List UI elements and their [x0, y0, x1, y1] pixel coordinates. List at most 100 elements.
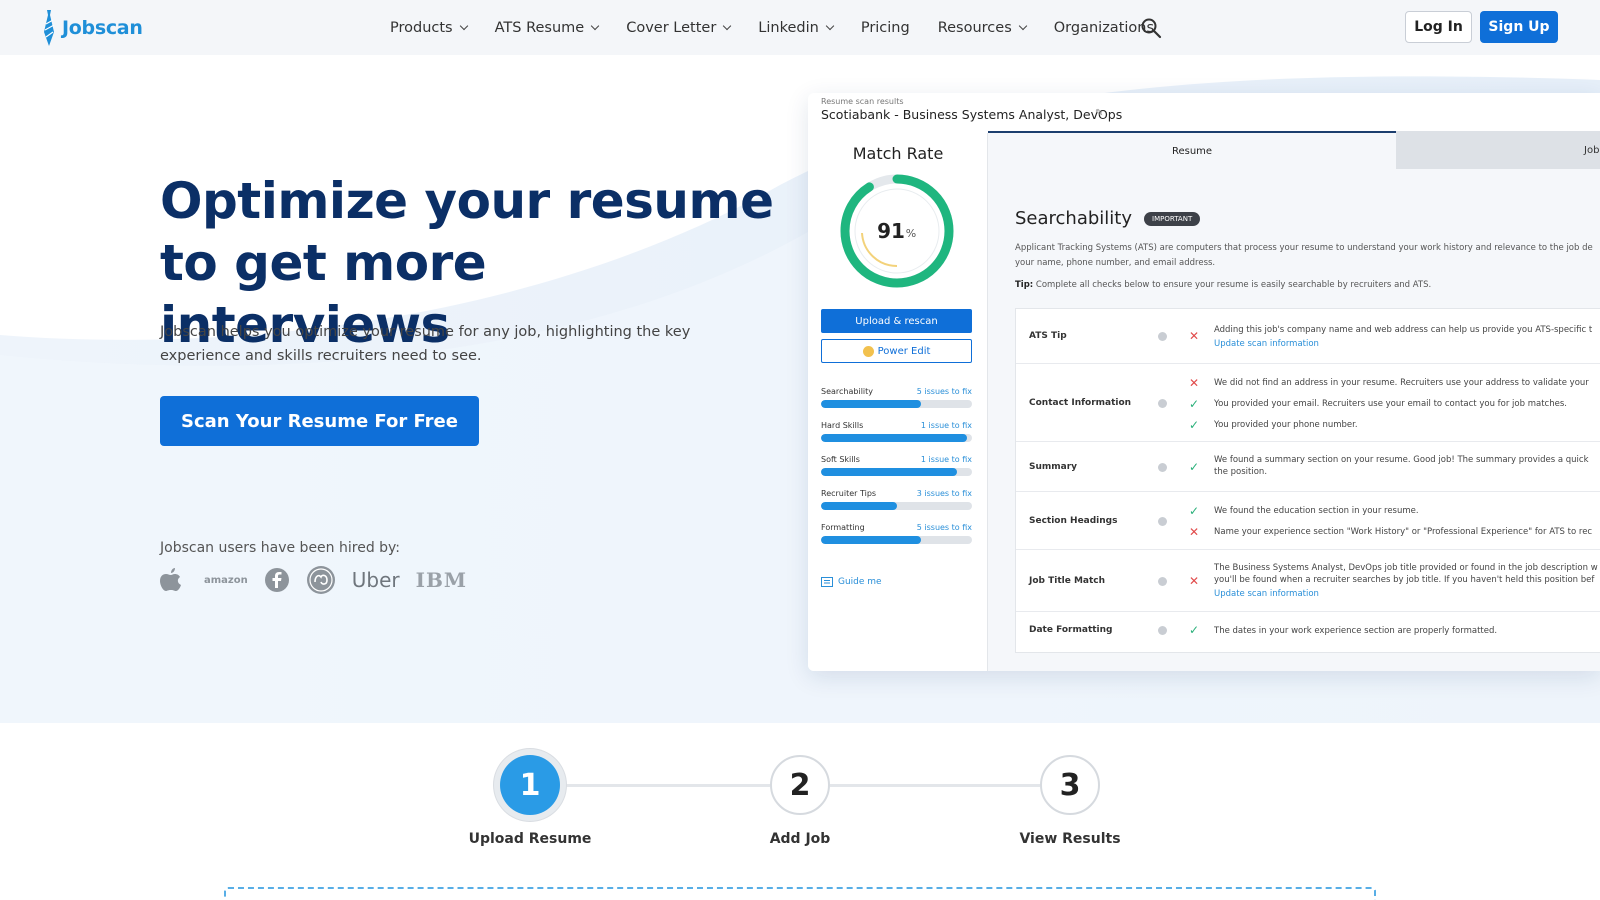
menu-label: ATS Resume [494, 19, 585, 36]
match-rate-value: 91 [877, 219, 905, 243]
power-edit-button[interactable]: Power Edit [821, 339, 972, 363]
cross-icon: ✕ [1189, 376, 1200, 390]
row-label: Summary [1029, 462, 1078, 472]
check-icon: ✓ [1189, 460, 1200, 474]
info-icon[interactable] [1158, 332, 1167, 341]
coin-icon [862, 345, 874, 357]
step-2-circle[interactable]: 2 [770, 755, 830, 815]
check-message: The dates in your work experience sectio… [1214, 626, 1498, 636]
step-3-label: View Results [1019, 831, 1121, 847]
step-1-circle[interactable]: 1 [500, 755, 560, 815]
check-message: We found a summary section on your resum… [1214, 455, 1589, 465]
check-message: you'll be found when a recruiter searche… [1214, 575, 1595, 585]
progress-fix: 5 issues to fix [916, 523, 972, 532]
info-icon[interactable] [1158, 517, 1167, 526]
update-scan-link[interactable]: Update scan information [1214, 588, 1600, 600]
upload-rescan-button[interactable]: Upload & rescan [821, 309, 972, 333]
tab-resume[interactable]: Resume [988, 131, 1396, 169]
login-button[interactable]: Log In [1405, 11, 1472, 43]
cross-icon: ✕ [1189, 574, 1200, 588]
info-icon[interactable] [1158, 463, 1167, 472]
amazon-logo: amazon [204, 574, 248, 586]
searchability-tip: Tip: Complete all checks below to ensure… [1015, 280, 1431, 290]
menu-linkedin[interactable]: Linkedin [758, 20, 835, 36]
chevron-down-icon [590, 21, 600, 31]
table-row: ATS Tip ✕ Adding this job's company name… [1016, 309, 1600, 364]
progress-recruiter-tips[interactable]: Recruiter Tips 3 issues to fix [821, 489, 972, 510]
menu-label: Pricing [860, 19, 910, 36]
menu-products[interactable]: Products [390, 19, 468, 36]
menu-pricing[interactable]: Pricing [861, 20, 910, 36]
progress-soft-skills[interactable]: Soft Skills 1 issue to fix [821, 455, 972, 476]
scan-title: Scotiabank - Business Systems Analyst, D… [821, 107, 1123, 122]
top-nav: Jobscan Products ATS Resume Cover Letter… [0, 0, 1600, 55]
progress-label: Recruiter Tips [821, 489, 877, 498]
jobscan-logo[interactable]: Jobscan [42, 10, 143, 46]
menu-label: Resources [937, 19, 1012, 36]
check-icon: ✓ [1189, 623, 1200, 637]
progress-fill [821, 400, 921, 408]
pencil-icon[interactable]: ✎ [1095, 108, 1103, 119]
progress-hard-skills[interactable]: Hard Skills 1 issue to fix [821, 421, 972, 442]
menu-ats-resume[interactable]: ATS Resume [494, 19, 600, 36]
menu-label: Cover Letter [626, 19, 717, 36]
step-2-label: Add Job [769, 831, 831, 847]
checks-table: ATS Tip ✕ Adding this job's company name… [1015, 308, 1600, 653]
menu-cover-letter[interactable]: Cover Letter [626, 19, 732, 36]
uber-logo: Uber [351, 568, 400, 592]
searchability-panel: Searchability IMPORTANT Applicant Tracki… [988, 169, 1600, 671]
progress-formatting[interactable]: Formatting 5 issues to fix [821, 523, 972, 544]
row-label: Contact Information [1029, 398, 1132, 408]
facebook-logo-icon [264, 568, 289, 592]
step-3-circle[interactable]: 3 [1040, 755, 1100, 815]
tie-logo-icon [44, 10, 55, 46]
chevron-down-icon [1018, 21, 1028, 31]
check-message: You provided your phone number. [1214, 420, 1358, 430]
match-rate-title: Match Rate [852, 144, 944, 163]
check-message: Name your experience section "Work Histo… [1214, 527, 1593, 537]
searchability-description: Applicant Tracking Systems (ATS) are com… [1015, 241, 1600, 271]
check-message: The Business Systems Analyst, DevOps job… [1214, 563, 1598, 573]
progress-fix: 5 issues to fix [916, 387, 972, 396]
info-icon[interactable] [1158, 626, 1167, 635]
hired-by-label: Jobscan users have been hired by: [160, 540, 401, 556]
row-label: ATS Tip [1029, 331, 1067, 341]
chevron-down-icon [825, 21, 835, 31]
progress-track [821, 502, 972, 510]
apple-logo-icon [160, 568, 181, 591]
tab-job[interactable]: Job [1396, 131, 1600, 169]
search-icon[interactable] [1140, 17, 1162, 39]
scan-resume-button[interactable]: Scan Your Resume For Free [160, 396, 479, 446]
menu-resources[interactable]: Resources [937, 19, 1028, 36]
info-icon[interactable] [1158, 577, 1167, 586]
progress-searchability[interactable]: Searchability 5 issues to fix [821, 387, 972, 408]
menu-organizations[interactable]: Organizations [1054, 20, 1154, 36]
menu-label: Products [390, 19, 453, 36]
main-menu: Products ATS Resume Cover Letter Linkedi… [390, 0, 1182, 55]
table-row: Date Formatting ✓ The dates in your work… [1016, 612, 1600, 652]
info-icon[interactable] [1158, 399, 1167, 408]
guide-icon [821, 577, 833, 587]
resume-dropzone[interactable] [224, 887, 1376, 900]
row-label: Job Title Match [1029, 576, 1106, 586]
tip-text: Complete all checks below to ensure your… [1035, 280, 1432, 290]
progress-fill [821, 536, 921, 544]
update-scan-link[interactable]: Update scan information [1214, 338, 1600, 350]
guide-me-label: Guide me [838, 577, 882, 587]
check-icon: ✓ [1189, 504, 1200, 518]
menu-label: Organizations [1053, 19, 1155, 36]
check-message: We did not find an address in your resum… [1214, 378, 1589, 388]
guide-me-link[interactable]: Guide me [821, 577, 882, 587]
ge-logo-icon [306, 566, 335, 594]
progress-fill [821, 502, 897, 510]
step-connector [560, 784, 770, 787]
headline-line-1: Optimize your resume [160, 172, 774, 230]
searchability-title: Searchability [1015, 208, 1133, 229]
brand-name: Jobscan [62, 17, 143, 39]
company-logos: amazon Uber IBM [160, 565, 467, 595]
match-rate-unit: % [906, 227, 916, 240]
hero-section: Optimize your resume to get more intervi… [0, 55, 1600, 723]
signup-button[interactable]: Sign Up [1480, 11, 1558, 43]
check-message: We found the education section in your r… [1214, 506, 1419, 516]
check-message: Adding this job's company name and web a… [1214, 325, 1593, 335]
